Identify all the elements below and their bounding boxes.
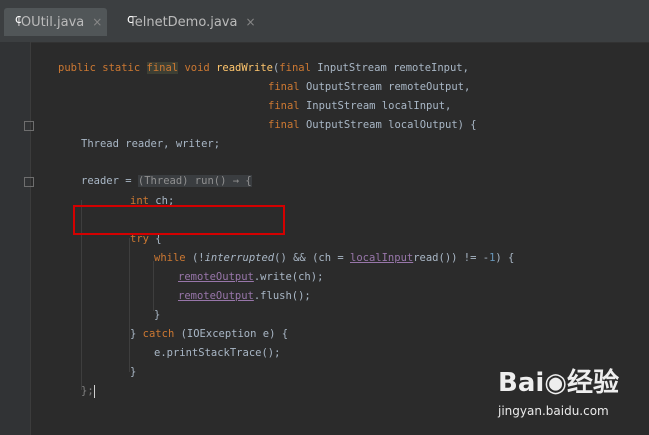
code-line: } [154, 309, 161, 321]
text-caret [93, 384, 95, 398]
fold-expand-icon[interactable] [24, 177, 34, 187]
indent-guide [129, 238, 130, 372]
code-line: final OutputStream localOutput) { [268, 119, 477, 131]
indent-guide [153, 261, 154, 311]
code-line: }; [81, 384, 95, 398]
code-line: while (!interrupted() && (ch = localInpu… [154, 252, 515, 264]
code-line: remoteOutput.flush(); [178, 290, 311, 302]
code-line: } catch (IOException e) { [130, 328, 289, 340]
tab-ioutil[interactable]: IOUtil.java × [4, 8, 107, 36]
code-line: } [130, 366, 137, 378]
gutter [0, 42, 34, 435]
code-line: final InputStream localInput, [268, 100, 452, 112]
close-icon[interactable]: × [245, 15, 255, 29]
close-icon[interactable]: × [92, 15, 102, 29]
tab-label: IOUtil.java [17, 14, 85, 30]
code-lines: public static final void readWrite(final… [58, 60, 514, 398]
code-line: public static final void readWrite(final… [58, 62, 469, 74]
tab-telnetdemo[interactable]: TelnetDemo.java × [116, 8, 256, 36]
code-line: reader = (Thread) run() → { [81, 175, 252, 187]
editor-tab-bar: IOUtil.java × TelnetDemo.java × [0, 0, 649, 43]
code-line: final OutputStream remoteOutput, [268, 81, 471, 93]
code-line: e.printStackTrace(); [154, 347, 281, 359]
watermark-site: jingyan.baidu.com [498, 404, 609, 418]
baidu-watermark: Bai◉经验 jingyan.baidu.com [498, 362, 648, 427]
tab-label: TelnetDemo.java [129, 14, 238, 30]
highlight-box [73, 205, 285, 235]
code-line: Thread reader, writer; [81, 138, 221, 150]
code-line: remoteOutput.write(ch); [178, 271, 324, 283]
fold-marker-icon[interactable] [24, 121, 34, 131]
watermark-brand: Bai◉经验 [498, 368, 619, 398]
